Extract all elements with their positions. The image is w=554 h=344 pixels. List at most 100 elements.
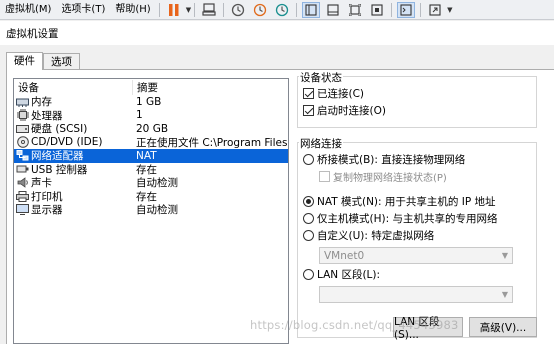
device-name: CD/DVD (IDE) (31, 136, 103, 149)
toolbar-divider (296, 2, 298, 17)
column-header-summary[interactable]: 摘要 (132, 79, 288, 95)
snapshot-manager-icon[interactable] (273, 2, 291, 18)
replicate-state-checkbox[interactable]: 复制物理网络连接状态(P) (319, 169, 447, 184)
host-only-radio[interactable]: 仅主机模式(H): 与主机共享的专用网络 (303, 211, 497, 226)
device-summary: 20 GB (136, 122, 169, 135)
device-list[interactable]: 设备 摘要 内存 1 GB 处理器 1 硬盘 (SCSI) 20 GB CD/D… (13, 78, 289, 344)
device-summary: 自动检测 (136, 204, 178, 217)
lan-segment-radio[interactable]: LAN 区段(L): (303, 267, 380, 282)
device-row-cpu[interactable]: 处理器 1 (14, 109, 288, 123)
advanced-button[interactable]: 高级(V)... (469, 317, 537, 337)
dialog-title: 虚拟机设置 (6, 27, 59, 40)
radio-icon[interactable] (303, 154, 314, 165)
cpu-icon (16, 109, 29, 122)
tab-hardware[interactable]: 硬件 (6, 52, 43, 70)
toolbar-divider (158, 2, 160, 17)
fullscreen-icon[interactable] (426, 2, 444, 18)
device-row-harddisk[interactable]: 硬盘 (SCSI) 20 GB (14, 122, 288, 136)
custom-network-value: VMnet0 (324, 249, 365, 262)
custom-label: 自定义(U): 特定虚拟网络 (317, 230, 435, 242)
device-summary: 自动检测 (136, 177, 178, 190)
watermark: https://blog.csdn.net/qq_44543983 (250, 318, 459, 332)
fit-guest-icon[interactable] (346, 2, 364, 18)
connect-at-power-on-checkbox[interactable]: 启动时连接(O) (303, 103, 386, 118)
cdrom-icon (16, 136, 29, 149)
tab-strip: 硬件 选项 (6, 51, 80, 70)
menu-vm[interactable]: 虚拟机(M) (0, 0, 56, 20)
device-row-printer[interactable]: 打印机 存在 (14, 190, 288, 204)
toolbar-divider (194, 2, 196, 17)
connected-checkbox[interactable]: 已连接(C) (303, 86, 364, 101)
device-name: 内存 (31, 96, 52, 109)
device-row-display[interactable]: 显示器 自动检测 (14, 203, 288, 217)
network-icon (16, 150, 29, 161)
connected-label: 已连接(C) (317, 88, 365, 100)
nat-radio[interactable]: NAT 模式(N): 用于共享主机的 IP 地址 (303, 194, 496, 209)
nat-label: NAT 模式(N): 用于共享主机的 IP 地址 (317, 196, 496, 208)
revert-snapshot-icon[interactable] (251, 2, 269, 18)
view-normal-icon[interactable] (302, 1, 321, 18)
chevron-down-icon[interactable]: ▼ (186, 6, 191, 14)
device-row-usb[interactable]: USB 控制器 存在 (14, 163, 288, 177)
send-keys-icon[interactable] (200, 2, 218, 18)
device-name: 处理器 (31, 109, 63, 122)
device-name: 网络适配器 (31, 150, 84, 163)
menu-help[interactable]: 帮助(H) (110, 0, 155, 20)
checkbox-checked-icon[interactable] (303, 88, 314, 99)
device-status-title: 设备状态 (299, 70, 343, 85)
device-name: 硬盘 (SCSI) (31, 123, 88, 136)
terminal-icon[interactable] (397, 1, 416, 18)
device-summary: 1 (136, 109, 143, 122)
hardware-panel: 设备 摘要 内存 1 GB 处理器 1 硬盘 (SCSI) 20 GB CD/D… (6, 69, 554, 344)
radio-icon[interactable] (303, 269, 314, 280)
device-name: 显示器 (31, 204, 63, 217)
bridged-radio[interactable]: 桥接模式(B): 直接连接物理网络 (303, 152, 465, 167)
replicate-state-label: 复制物理网络连接状态(P) (333, 173, 447, 184)
device-summary: 存在 (136, 190, 157, 203)
tab-options[interactable]: 选项 (43, 53, 80, 69)
device-row-sound[interactable]: 声卡 自动检测 (14, 176, 288, 190)
lan-segment-select[interactable]: ▼ (319, 286, 513, 303)
usb-icon (16, 164, 29, 175)
device-row-cdrom[interactable]: CD/DVD (IDE) 正在使用文件 C:\Program Files ... (14, 136, 288, 150)
bridged-label: 桥接模式(B): 直接连接物理网络 (317, 154, 466, 166)
toolbar-divider (223, 2, 225, 17)
device-name: 声卡 (31, 177, 52, 190)
vm-settings-dialog: 虚拟机设置 硬件 选项 设备 摘要 内存 1 GB 处理器 1 硬盘 (SCSI… (0, 21, 554, 344)
display-icon (16, 204, 29, 216)
printer-icon (16, 190, 29, 202)
host-only-label: 仅主机模式(H): 与主机共享的专用网络 (317, 213, 498, 225)
connect-at-power-on-label: 启动时连接(O) (317, 105, 386, 117)
device-name: 打印机 (31, 190, 63, 203)
column-header-device[interactable]: 设备 (14, 80, 132, 95)
device-summary: 正在使用文件 C:\Program Files ... (136, 136, 288, 149)
menu-tabs[interactable]: 选项卡(T) (56, 0, 110, 20)
radio-icon[interactable] (303, 213, 314, 224)
sound-icon (16, 177, 29, 189)
chevron-down-icon[interactable]: ▼ (447, 6, 452, 14)
radio-icon[interactable] (303, 230, 314, 241)
checkbox-icon[interactable] (319, 171, 330, 182)
custom-network-select[interactable]: VMnet0 ▼ (319, 247, 513, 264)
toolbar-divider (420, 2, 422, 17)
chevron-down-icon: ▼ (501, 290, 508, 299)
chevron-down-icon: ▼ (501, 251, 508, 260)
memory-icon (16, 96, 29, 107)
snapshot-icon[interactable] (229, 2, 247, 18)
device-summary: 1 GB (136, 95, 162, 108)
device-row-memory[interactable]: 内存 1 GB (14, 95, 288, 109)
device-list-header: 设备 摘要 (14, 79, 288, 95)
custom-radio[interactable]: 自定义(U): 特定虚拟网络 (303, 228, 434, 243)
device-name: USB 控制器 (31, 163, 88, 176)
device-summary: NAT (136, 149, 157, 162)
radio-selected-icon[interactable] (303, 196, 314, 207)
lan-segment-label: LAN 区段(L): (317, 269, 381, 281)
fit-window-icon[interactable] (368, 2, 386, 18)
view-console-icon[interactable] (324, 2, 342, 18)
checkbox-checked-icon[interactable] (303, 105, 314, 116)
device-summary: 存在 (136, 163, 157, 176)
device-row-network-selected[interactable]: 网络适配器 NAT (14, 149, 288, 163)
pause-icon[interactable] (165, 2, 183, 18)
dialog-title-bar: 虚拟机设置 (0, 21, 554, 45)
toolbar-divider (391, 2, 393, 17)
